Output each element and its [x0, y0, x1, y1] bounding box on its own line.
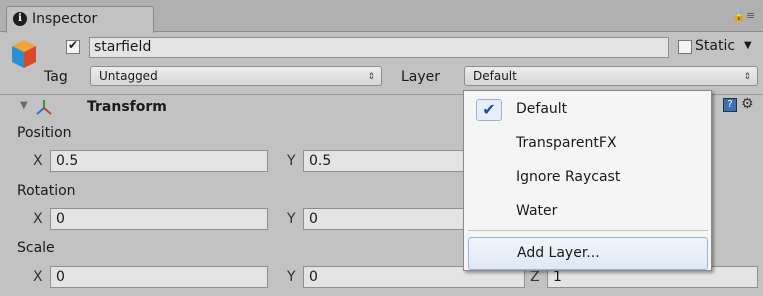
transform-title: Transform: [87, 99, 167, 115]
rotation-y-label: Y: [287, 211, 296, 227]
checkmark-icon: ✔: [476, 99, 502, 121]
rotation-x-field[interactable]: 0: [50, 208, 268, 230]
position-x-label: X: [33, 153, 43, 169]
position-y-label: Y: [287, 153, 296, 169]
tag-dropdown-arrow-icon: ⇕: [367, 72, 375, 82]
layer-menu-item-label: Water: [516, 203, 558, 219]
layer-menu-item-transparentfx[interactable]: TransparentFX: [464, 127, 711, 160]
foldout-arrow-icon[interactable]: ▼: [20, 100, 28, 111]
scale-label: Scale: [17, 240, 55, 256]
add-layer-menu-item[interactable]: Add Layer...: [468, 237, 708, 270]
rotation-label: Rotation: [17, 183, 76, 199]
layer-menu-item-label: Default: [516, 101, 568, 117]
layer-dropdown-value: Default: [473, 69, 517, 83]
scale-x-field[interactable]: 0: [50, 266, 268, 288]
layer-menu-item-water[interactable]: Water: [464, 195, 711, 228]
gear-icon[interactable]: ⚙: [741, 96, 754, 112]
rotation-x-label: X: [33, 211, 43, 227]
tag-dropdown[interactable]: Untagged ⇕: [90, 66, 382, 86]
scale-y-label: Y: [287, 269, 296, 285]
layer-menu-item-label: TransparentFX: [516, 135, 617, 151]
position-label: Position: [17, 125, 72, 141]
menu-divider: [468, 230, 708, 231]
help-icon[interactable]: ?: [723, 98, 737, 112]
scale-x-label: X: [33, 269, 43, 285]
tab-bar: i Inspector 🔒 ≡: [0, 0, 763, 33]
active-checkbox[interactable]: [66, 38, 80, 54]
tag-dropdown-value: Untagged: [99, 69, 158, 83]
static-dropdown-arrow-icon[interactable]: ▼: [744, 40, 752, 51]
layer-label: Layer: [401, 69, 441, 85]
static-label: Static: [695, 38, 736, 54]
transform-axes-icon: [36, 100, 52, 115]
gameobject-cube-icon: [12, 40, 36, 68]
object-name-field[interactable]: starfield: [89, 37, 669, 58]
tag-label: Tag: [44, 69, 68, 85]
info-icon: i: [13, 12, 27, 26]
layer-menu-item-label: Ignore Raycast: [516, 169, 621, 185]
layer-dropdown-arrow-icon: ⇕: [743, 72, 751, 82]
tab-inspector[interactable]: i Inspector: [6, 6, 154, 33]
position-x-field[interactable]: 0.5: [50, 150, 268, 172]
lock-icon[interactable]: 🔒: [732, 9, 746, 22]
tab-menu-icon[interactable]: ≡: [746, 9, 755, 22]
layer-dropdown[interactable]: Default ⇕: [464, 66, 758, 86]
layer-menu: ✔ Default TransparentFX Ignore Raycast W…: [463, 90, 712, 271]
layer-menu-item-default[interactable]: ✔ Default: [464, 93, 711, 126]
static-checkbox[interactable]: [678, 40, 692, 54]
add-layer-label: Add Layer...: [517, 245, 600, 261]
tab-inspector-label: Inspector: [32, 11, 98, 27]
scale-z-label: Z: [530, 269, 540, 285]
layer-menu-item-ignore-raycast[interactable]: Ignore Raycast: [464, 161, 711, 194]
